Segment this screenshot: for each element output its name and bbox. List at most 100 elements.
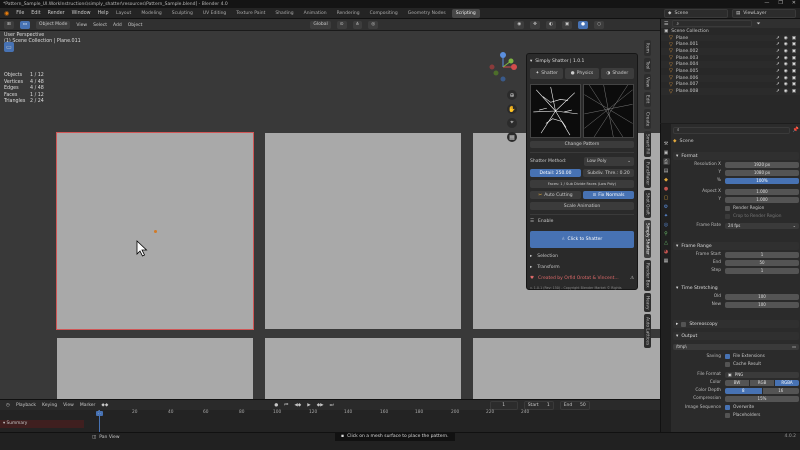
minimize-button[interactable]: —	[764, 0, 769, 6]
outliner-item[interactable]: ▽ Plane.003 ➚ ◉ ▣	[661, 55, 800, 62]
viewlayer-selector[interactable]: ▤ ViewLayer	[732, 9, 796, 18]
menu-view[interactable]: View	[63, 403, 74, 408]
sub-divide-faces-field[interactable]: Faces: 1 / Sub Divide Faces (Low Poly)	[530, 180, 634, 188]
aspect-x-field[interactable]: 1.000	[725, 188, 799, 195]
tab-physics[interactable]: ● Physics	[565, 68, 599, 79]
sidebar-tab[interactable]: Tool	[643, 57, 651, 73]
select-arrow-icon[interactable]: ➚	[776, 62, 780, 67]
file-format-dropdown[interactable]: ▣ PNG	[725, 371, 799, 378]
output-path-field[interactable]: /tmp\ ▭	[673, 343, 799, 350]
object-icon[interactable]: ▢	[663, 194, 670, 201]
outliner-item[interactable]: ▽ Plane.002 ➚ ◉ ▣	[661, 48, 800, 55]
visibility-icon[interactable]: ◉	[514, 21, 525, 29]
select-arrow-icon[interactable]: ➚	[776, 56, 780, 61]
pattern-thumbnail[interactable]	[530, 84, 581, 138]
data-icon[interactable]: △	[663, 239, 670, 246]
tab-geometry-nodes[interactable]: Geometry Nodes	[404, 9, 450, 18]
editor-type-button[interactable]: ⊞	[4, 21, 14, 29]
output-header[interactable]: ▾ Output	[673, 332, 799, 340]
checkbox[interactable]	[725, 214, 730, 219]
select-mode-icon[interactable]: ▭	[19, 21, 31, 29]
particles-icon[interactable]: ✦	[663, 212, 670, 219]
camera-icon[interactable]: ▣	[792, 76, 796, 81]
color-rgba-toggle[interactable]: RGBA	[775, 379, 799, 386]
eye-icon[interactable]: ◉	[784, 89, 788, 94]
checkbox-checked[interactable]	[725, 405, 730, 410]
menu-view[interactable]: View	[76, 23, 87, 28]
tab-rendering[interactable]: Rendering	[333, 9, 364, 18]
select-arrow-icon[interactable]: ➚	[776, 69, 780, 74]
material-icon[interactable]: ◕	[663, 248, 670, 255]
tab-animation[interactable]: Animation	[300, 9, 331, 18]
summary-channel[interactable]: ▾ Summary	[0, 420, 84, 428]
outliner-scene-collection[interactable]: ▣ Scene Collection	[661, 28, 800, 35]
plane[interactable]	[265, 338, 461, 399]
play-icon[interactable]: ▶	[307, 403, 310, 408]
scene-icon[interactable]: ◆	[663, 176, 670, 183]
subdiv-threshold-field[interactable]: Subdiv. Thre.: 0.20	[583, 169, 634, 177]
outliner-item[interactable]: ▽ Plane.006 ➚ ◉ ▣	[661, 74, 800, 82]
tab-scripting[interactable]: Scripting	[451, 9, 480, 18]
select-arrow-icon[interactable]: ➚	[776, 76, 780, 81]
current-frame-field[interactable]: 1	[489, 400, 518, 410]
sidebar-tab[interactable]: Edit	[643, 92, 651, 107]
outliner-item[interactable]: ▽ Plane.001 ➚ ◉ ▣	[661, 41, 800, 48]
shading-solid-icon[interactable]: ●	[578, 21, 589, 29]
menu-add[interactable]: Add	[113, 23, 122, 28]
sidebar-tab[interactable]: Shot Graft	[643, 190, 651, 219]
menu-select[interactable]: Select	[93, 23, 107, 28]
orientation-dropdown[interactable]: Global	[310, 21, 331, 29]
pivot-icon[interactable]: ⊙	[336, 21, 347, 29]
properties-search-input[interactable]: ⌕	[673, 126, 790, 134]
outliner-item[interactable]: ▽ Plane.004 ➚ ◉ ▣	[661, 61, 800, 69]
menu-object[interactable]: Object	[128, 23, 143, 28]
eye-icon[interactable]: ◉	[784, 62, 788, 67]
color-bw-toggle[interactable]: BW	[725, 379, 749, 386]
stereoscopy-header[interactable]: ▸ Stereoscopy	[673, 320, 799, 328]
sidebar-tab[interactable]: FuncMaker	[643, 159, 651, 189]
menu-file[interactable]: File	[16, 11, 24, 16]
object-mode-dropdown[interactable]: Object Mode	[36, 21, 71, 29]
select-arrow-icon[interactable]: ➚	[776, 82, 780, 87]
tab-shader[interactable]: ◑ Shader	[600, 68, 634, 79]
camera-icon[interactable]: ▣	[792, 82, 796, 87]
grid-icon[interactable]: ▦	[507, 132, 517, 142]
resolution-y-field[interactable]: 1080 px	[725, 169, 799, 176]
record-icon[interactable]: ●	[274, 403, 278, 408]
maximize-button[interactable]: ❐	[778, 0, 782, 6]
filter-icon[interactable]: ⏷	[756, 21, 760, 27]
constraints-icon[interactable]: ⚲	[663, 230, 670, 237]
eye-icon[interactable]: ◉	[784, 82, 788, 87]
start-frame-field[interactable]: Start 1	[523, 400, 554, 410]
end-frame-field[interactable]: End 50	[559, 400, 590, 410]
pattern-thumbnail[interactable]	[583, 84, 634, 138]
checkbox[interactable]	[725, 413, 730, 418]
texture-icon[interactable]: ▦	[663, 257, 670, 264]
tab-compositing[interactable]: Compositing	[366, 9, 402, 18]
close-button[interactable]: ✕	[792, 0, 796, 6]
tab-layout[interactable]: Layout	[112, 9, 135, 18]
sidebar-tab-simply-shatter[interactable]: Simply Shatter	[643, 220, 651, 259]
tab-uv-editing[interactable]: UV Editing	[199, 9, 230, 18]
camera-icon[interactable]: ▣	[792, 42, 796, 47]
scale-animation-button[interactable]: Scale Animation	[530, 202, 634, 210]
frame-start-field[interactable]: 1	[725, 251, 799, 258]
outliner-item[interactable]: ▽ Plane.008 ➚ ◉ ▣	[661, 88, 800, 95]
jump-end-icon[interactable]: ⏭	[330, 402, 334, 408]
tab-modeling[interactable]: Modeling	[137, 9, 165, 18]
keyframe-icon[interactable]: ◆◆	[101, 403, 108, 408]
snap-icon[interactable]: ⋔	[352, 21, 363, 29]
camera-icon[interactable]: ▣	[792, 56, 796, 61]
eye-icon[interactable]: ◉	[784, 76, 788, 81]
resolution-percent-field[interactable]: 100%	[725, 177, 799, 184]
shatter-method-dropdown[interactable]: Low Poly ⌄	[584, 157, 634, 166]
sidebar-tab[interactable]: Create	[643, 108, 651, 129]
outliner-editor-icon[interactable]: ☰	[664, 21, 668, 27]
selection-section[interactable]: ▸ Selection	[530, 254, 634, 262]
overlay-icon[interactable]: ◐	[545, 21, 556, 29]
scene-selector[interactable]: ◆ Scene	[664, 9, 728, 18]
blender-logo-icon[interactable]: ◉	[4, 10, 9, 17]
frame-end-field[interactable]: 50	[725, 259, 799, 266]
outliner-item[interactable]: ▽ Plane ➚ ◉ ▣	[661, 34, 800, 42]
jump-start-icon[interactable]: ⏮	[284, 402, 288, 408]
